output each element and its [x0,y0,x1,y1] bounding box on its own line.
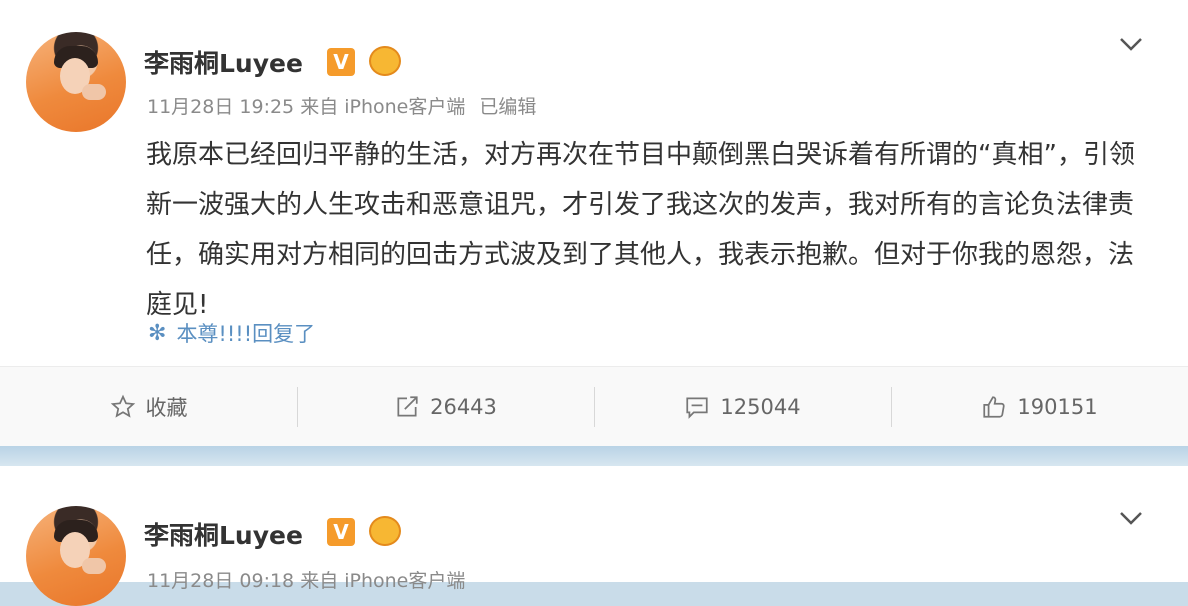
comment-icon [686,397,709,419]
user-avatar[interactable] [26,506,126,606]
repost-icon [397,396,418,417]
vip-badge-icon[interactable] [369,46,401,76]
avatar-hand [82,558,106,574]
comment-button[interactable]: 125044 [594,367,891,447]
vip-badge-icon[interactable] [369,516,401,546]
user-name[interactable]: 李雨桐Luyee [144,44,303,80]
reply-indicator[interactable]: ✻ 本尊!!!!回复了 [148,318,315,348]
like-count: 190151 [1017,395,1098,419]
repost-button[interactable]: 26443 [297,367,594,447]
post-meta: 11月28日 19:25 来自 iPhone客户端 已编辑 [147,92,536,119]
thumbs-up-icon [983,396,1006,418]
post-content: 我原本已经回归平静的生活，对方再次在节目中颠倒黑白哭诉着有所谓的“真相”，引领新… [146,140,1135,320]
favorite-button[interactable]: 收藏 [0,367,297,447]
sparkle-icon: ✻ [148,320,167,346]
avatar-hand [82,84,106,100]
reply-text[interactable]: 本尊!!!!回复了 [176,318,315,348]
post-meta: 11月28日 09:18 来自 iPhone客户端 [147,566,465,593]
star-icon [110,394,135,418]
favorite-label: 收藏 [145,396,188,420]
verified-v-icon: V [327,518,355,546]
like-button[interactable]: 190151 [891,367,1188,447]
card-separator [0,446,1188,466]
post-timestamp[interactable]: 11月28日 09:18 来自 iPhone客户端 [147,570,465,592]
weibo-post-card: 李雨桐Luyee V 11月28日 19:25 来自 iPhone客户端 已编辑 … [0,0,1188,447]
repost-count: 26443 [430,395,497,419]
user-avatar[interactable] [26,32,126,132]
action-bar: 收藏 26443 125044 190151 [0,366,1188,447]
verified-v-icon: V [327,48,355,76]
chevron-down-icon[interactable] [1118,34,1144,54]
chevron-down-icon[interactable] [1118,508,1144,528]
edited-label[interactable]: 已编辑 [479,96,536,118]
comment-count: 125044 [720,395,801,419]
post-timestamp[interactable]: 11月28日 19:25 来自 iPhone客户端 [147,96,465,118]
user-name[interactable]: 李雨桐Luyee [144,516,303,552]
